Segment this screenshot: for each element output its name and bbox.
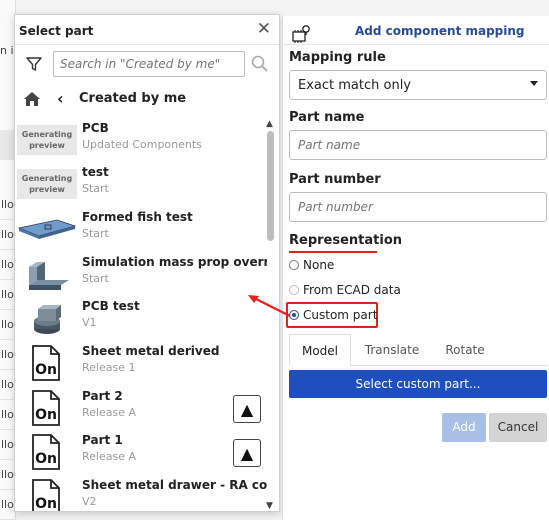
item-name: test [82,165,109,179]
tab-translate[interactable]: Translate [357,334,427,366]
item-name: Sheet metal drawer - RA copy [82,478,267,492]
part-name-label: Part name [289,110,365,125]
divider [15,44,279,45]
item-subtitle: Start [82,182,109,195]
radio-from-ecad-data[interactable]: From ECAD data [289,282,401,298]
radio-label: Custom part [303,308,378,322]
part-number-input[interactable] [289,192,547,222]
part-list: Generating preview PCB Updated Component… [15,119,267,511]
item-subtitle: V2 [82,495,97,508]
tab-bar: Model Translate Rotate [289,334,547,366]
list-item[interactable]: Formed fish test Start [15,208,267,252]
select-custom-part-button[interactable]: Select custom part... [289,370,547,398]
select-part-panel: Select part ✕ ‹ Created by me Generating… [14,14,280,512]
panel-title: Add component mapping [355,24,525,38]
doc-icon-text: On [35,496,57,511]
item-subtitle: Start [82,272,109,285]
item-name: Part 1 [82,433,123,447]
radio-label: From ECAD data [303,283,401,297]
screen: n is llon llon llon llon llon llon llon … [0,0,549,520]
item-subtitle: Updated Components [82,138,202,151]
onshape-document-icon: On [32,479,60,511]
onshape-document-icon: On [32,390,60,426]
item-subtitle: Release 1 [82,361,136,374]
item-name: Sheet metal derived [82,344,220,358]
item-subtitle: Release A [82,450,137,463]
triangle-up-button[interactable]: ▲ [233,439,261,467]
list-item[interactable]: On Part 1 Release A ▲ [15,431,267,475]
item-subtitle: V1 [82,316,97,329]
doc-icon-text: On [35,407,57,423]
scroll-down-icon[interactable]: ▼ [266,501,273,511]
triangle-up-icon: ▲ [240,443,254,463]
part-name-input[interactable] [289,130,547,160]
generating-preview-thumbnail: Generating preview [17,169,77,199]
tab-rotate[interactable]: Rotate [433,334,497,366]
triangle-up-button[interactable]: ▲ [233,395,261,423]
component-mapping-icon [292,25,310,43]
list-item[interactable]: On Sheet metal drawer - RA copy V2 [15,476,267,511]
l-bracket-thumbnail [29,262,69,290]
item-name: Formed fish test [82,210,193,224]
item-subtitle: Release A [82,406,137,419]
item-name: Part 2 [82,389,123,403]
search-input[interactable] [53,51,245,77]
search-icon[interactable] [249,53,271,75]
item-subtitle: Start [82,227,109,240]
representation-label: Representation [289,233,403,248]
close-icon[interactable]: ✕ [257,19,271,39]
breadcrumb: ‹ Created by me [15,85,279,113]
annotation-arrow [248,295,291,317]
mapping-rule-select[interactable]: Exact match only [289,70,547,100]
item-name: PCB [82,121,109,135]
chevron-left-icon[interactable]: ‹ [57,89,64,108]
list-item[interactable]: Generating preview test Start [15,163,267,207]
panel-title: Select part [19,24,94,38]
list-item[interactable]: Simulation mass prop override Start [15,253,267,297]
radio-none[interactable]: None [289,257,334,273]
radio-label: None [303,258,335,272]
radio-custom-part[interactable]: Custom part [289,307,377,323]
caret-down-icon [530,81,538,86]
generating-preview-thumbnail: Generating preview [17,125,77,155]
cancel-button[interactable]: Cancel [489,413,547,442]
list-item[interactable]: PCB test V1 [15,297,267,341]
part-number-label: Part number [289,172,381,187]
add-button[interactable]: Add [442,413,486,442]
add-component-mapping-panel: Add component mapping Mapping rule Exact… [282,16,549,520]
cylinder-stack-thumbnail [34,305,61,334]
scrollbar-thumb[interactable] [267,131,274,241]
filter-icon[interactable] [25,55,43,73]
breadcrumb-label: Created by me [79,91,187,106]
item-name: Simulation mass prop override [82,255,267,269]
doc-icon-text: On [35,451,57,467]
mapping-rule-value: Exact match only [298,78,411,93]
list-item[interactable]: On Part 2 Release A ▲ [15,387,267,431]
tab-model[interactable]: Model [289,334,351,366]
list-item[interactable]: On Sheet metal derived Release 1 [15,342,267,386]
doc-icon-text: On [35,362,57,378]
divider [283,44,549,45]
onshape-document-icon: On [32,434,60,470]
scroll-up-icon[interactable]: ▲ [266,119,273,129]
home-icon[interactable] [23,90,41,108]
sheet-plate-thumbnail [17,219,77,239]
mapping-rule-label: Mapping rule [289,50,386,65]
onshape-document-icon: On [32,345,60,381]
list-item[interactable]: Generating preview PCB Updated Component… [15,119,267,163]
annotation-underline [289,251,377,253]
item-name: PCB test [82,299,140,313]
triangle-up-icon: ▲ [240,399,254,419]
radio-circle[interactable] [289,260,299,270]
